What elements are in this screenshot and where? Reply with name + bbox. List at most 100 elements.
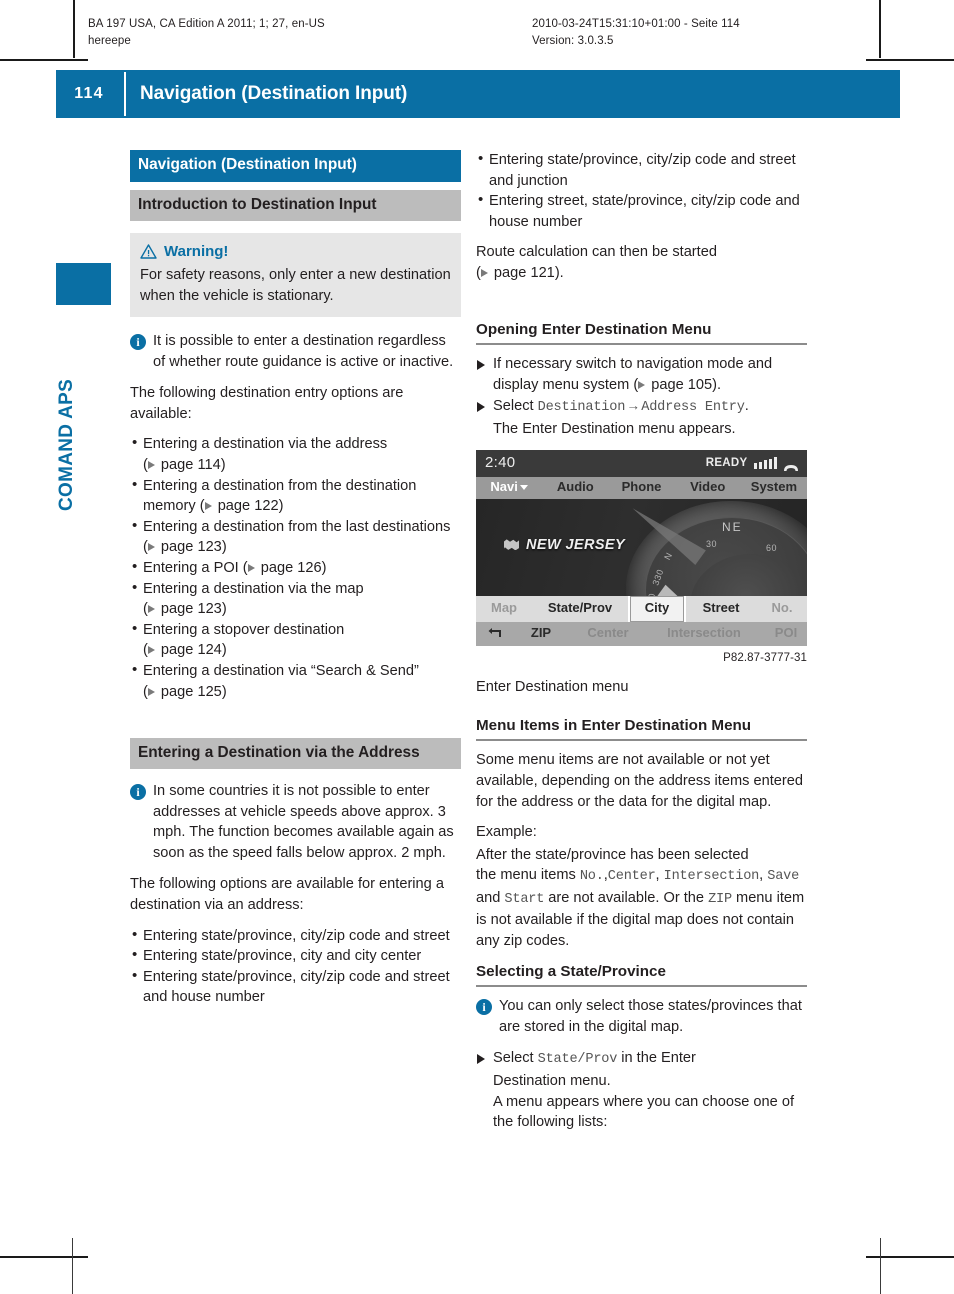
screen-tab-navi[interactable]: Navi <box>476 477 542 498</box>
title-separator <box>124 72 126 116</box>
route-calc-text: Route calculation can then be started <box>476 244 717 261</box>
screen-status-right: READY <box>706 453 798 474</box>
screen-tab-video[interactable]: Video <box>675 477 741 498</box>
figure-reference: P82.87-3777-31 <box>723 651 807 664</box>
compass-inner <box>690 553 807 596</box>
softkey-center[interactable]: Center <box>568 623 648 644</box>
page-reference: ( page 105). <box>633 376 722 393</box>
option-label: Entering a destination via the address <box>143 436 388 453</box>
chapter-tab-marker <box>56 263 111 305</box>
warning-box: Warning! For safety reasons, only enter … <box>130 232 461 317</box>
menu-item-start: Start <box>504 891 545 907</box>
section-heading-navigation: Navigation (Destination Input) <box>130 150 461 182</box>
option-label: Entering a stopover destination <box>143 621 345 638</box>
softkey-street[interactable]: Street <box>686 596 756 622</box>
print-header-left: BA 197 USA, CA Edition A 2011; 1; 27, en… <box>88 16 325 50</box>
list-item: Entering state/province, city/zip code a… <box>476 149 807 191</box>
menu-item-intersection: Intersection <box>663 869 760 885</box>
warning-title-text: Warning! <box>164 242 229 260</box>
print-header-left-line2: hereepe <box>88 35 131 47</box>
trim-line-left <box>72 1238 73 1294</box>
info-note-2-text: In some countries it is not possible to … <box>153 783 454 861</box>
example-line1: After the state/province has been select… <box>476 846 749 863</box>
arrow-icon: → <box>629 400 638 416</box>
intro-paragraph: The following destination entry options … <box>130 385 404 422</box>
list-item: Entering state/province, city/zip code a… <box>130 966 461 1008</box>
list-item: Entering a stopover destination ( page 1… <box>130 619 461 661</box>
step-2-line2: The Enter Destination menu appears. <box>493 420 736 437</box>
page-number: 114 <box>74 85 104 102</box>
section-heading-opening-menu: Opening Enter Destination Menu <box>476 320 807 346</box>
list-item: Select State/Prov in the Enter Destinati… <box>476 1048 807 1132</box>
example-label: Example: <box>476 824 537 841</box>
page-ref-number: 123 <box>197 539 222 556</box>
caret-down-icon <box>519 485 528 491</box>
step-3-suffix: in the Enter <box>621 1050 696 1067</box>
screen-tab-system[interactable]: System <box>741 477 807 498</box>
map-state-label-text: NEW JERSEY <box>526 536 626 553</box>
screen-softkey-row-2[interactable]: ZIP Center Intersection POI Save <box>476 621 807 646</box>
page-ref-number: 124 <box>197 642 222 659</box>
page-ref-number: 122 <box>254 498 279 515</box>
screen-tab-phone[interactable]: Phone <box>608 477 674 498</box>
trim-line-right <box>880 1238 881 1294</box>
compass-label-30: 30 <box>706 538 718 549</box>
info-note-2: i In some countries it is not possible t… <box>130 781 461 863</box>
print-header-right-line1: 2010-03-24T15:31:10+01:00 - Seite 114 <box>532 18 740 30</box>
screen-tab-audio[interactable]: Audio <box>542 477 608 498</box>
print-header-left-line1: BA 197 USA, CA Edition A 2011; 1; 27, en… <box>88 18 325 30</box>
crop-mark-bottom-left <box>0 1256 88 1258</box>
menu-item-save: Save <box>767 869 800 885</box>
print-header-right-line2: Version: 3.0.3.5 <box>532 35 614 47</box>
right-column: Entering state/province, city/zip code a… <box>476 149 807 1143</box>
phone-handset-icon <box>783 459 798 471</box>
crop-mark-top-right <box>866 59 954 61</box>
info-icon: i <box>130 334 146 350</box>
softkey-no[interactable]: No. <box>756 596 807 622</box>
list-item: Select Destination → Address Entry. The … <box>476 396 807 439</box>
screen-ready-label: READY <box>705 456 748 469</box>
softkey-city[interactable]: City <box>628 595 686 622</box>
list-item: Entering a destination from the last des… <box>130 516 461 558</box>
page-reference: ( page 122) <box>199 498 284 515</box>
screen-map-area[interactable]: NE N 30 60 300 330 270 NEW JERSEY <box>476 498 807 596</box>
page-ref-number: 126 <box>297 559 322 576</box>
info-note-1: i It is possible to enter a destination … <box>130 331 461 372</box>
list-item: Entering state/province, city/zip code a… <box>130 925 461 947</box>
example-paragraph: After the state/province has been select… <box>476 846 805 950</box>
opening-menu-steps: If necessary switch to navigation mode a… <box>476 354 807 439</box>
chapter-side-label: COMAND APS <box>56 378 77 512</box>
section-heading-menu-items: Menu Items in Enter Destination Menu <box>476 716 807 742</box>
screen-status-bar: 2:40 READY <box>476 449 807 477</box>
screen-softkey-row-1[interactable]: Map State/Prov City Street No. Start <box>476 595 807 622</box>
compass-label-60: 60 <box>766 542 778 553</box>
softkey-poi[interactable]: POI <box>760 623 807 644</box>
comand-screenshot: 2:40 READY Navi Audio Phone Video System <box>476 449 807 646</box>
page-reference: ( page 123) <box>143 601 227 618</box>
print-header-right: 2010-03-24T15:31:10+01:00 - Seite 114 Ve… <box>532 16 740 50</box>
softkey-map[interactable]: Map <box>476 596 532 622</box>
page-reference: ( page 114) <box>143 456 226 473</box>
destination-options-list: Entering a destination via the address (… <box>130 433 461 702</box>
page-ref-number: 114 <box>197 456 221 473</box>
page-reference: ( page 126) <box>242 559 327 576</box>
menu-items-paragraph: Some menu items are not available or not… <box>476 752 803 810</box>
step-3-line2: Destination menu. <box>493 1073 611 1090</box>
screen-menu-bar[interactable]: Navi Audio Phone Video System <box>476 476 807 499</box>
step-2-suffix: . <box>744 398 749 415</box>
page-reference: ( page 124) <box>143 642 227 659</box>
menu-item-address-entry: Address Entry <box>641 400 745 416</box>
address-options-list: Entering state/province, city/zip code a… <box>130 925 461 1008</box>
section-heading-address: Entering a Destination via the Address <box>130 738 461 770</box>
softkey-intersection[interactable]: Intersection <box>648 623 760 644</box>
page-title: Navigation (Destination Input) <box>140 83 408 104</box>
list-item: If necessary switch to navigation mode a… <box>476 354 807 395</box>
warning-title-row: Warning! <box>140 242 451 263</box>
left-column: Navigation (Destination Input) Introduct… <box>130 150 461 1018</box>
softkey-state-prov[interactable]: State/Prov <box>532 596 628 622</box>
info-note-3-text: You can only select those states/provinc… <box>499 998 802 1035</box>
crop-mark-left-top <box>73 0 75 58</box>
step-2-prefix: Select <box>493 398 534 415</box>
softkey-zip[interactable]: ZIP <box>514 623 568 644</box>
back-icon[interactable] <box>476 628 514 639</box>
